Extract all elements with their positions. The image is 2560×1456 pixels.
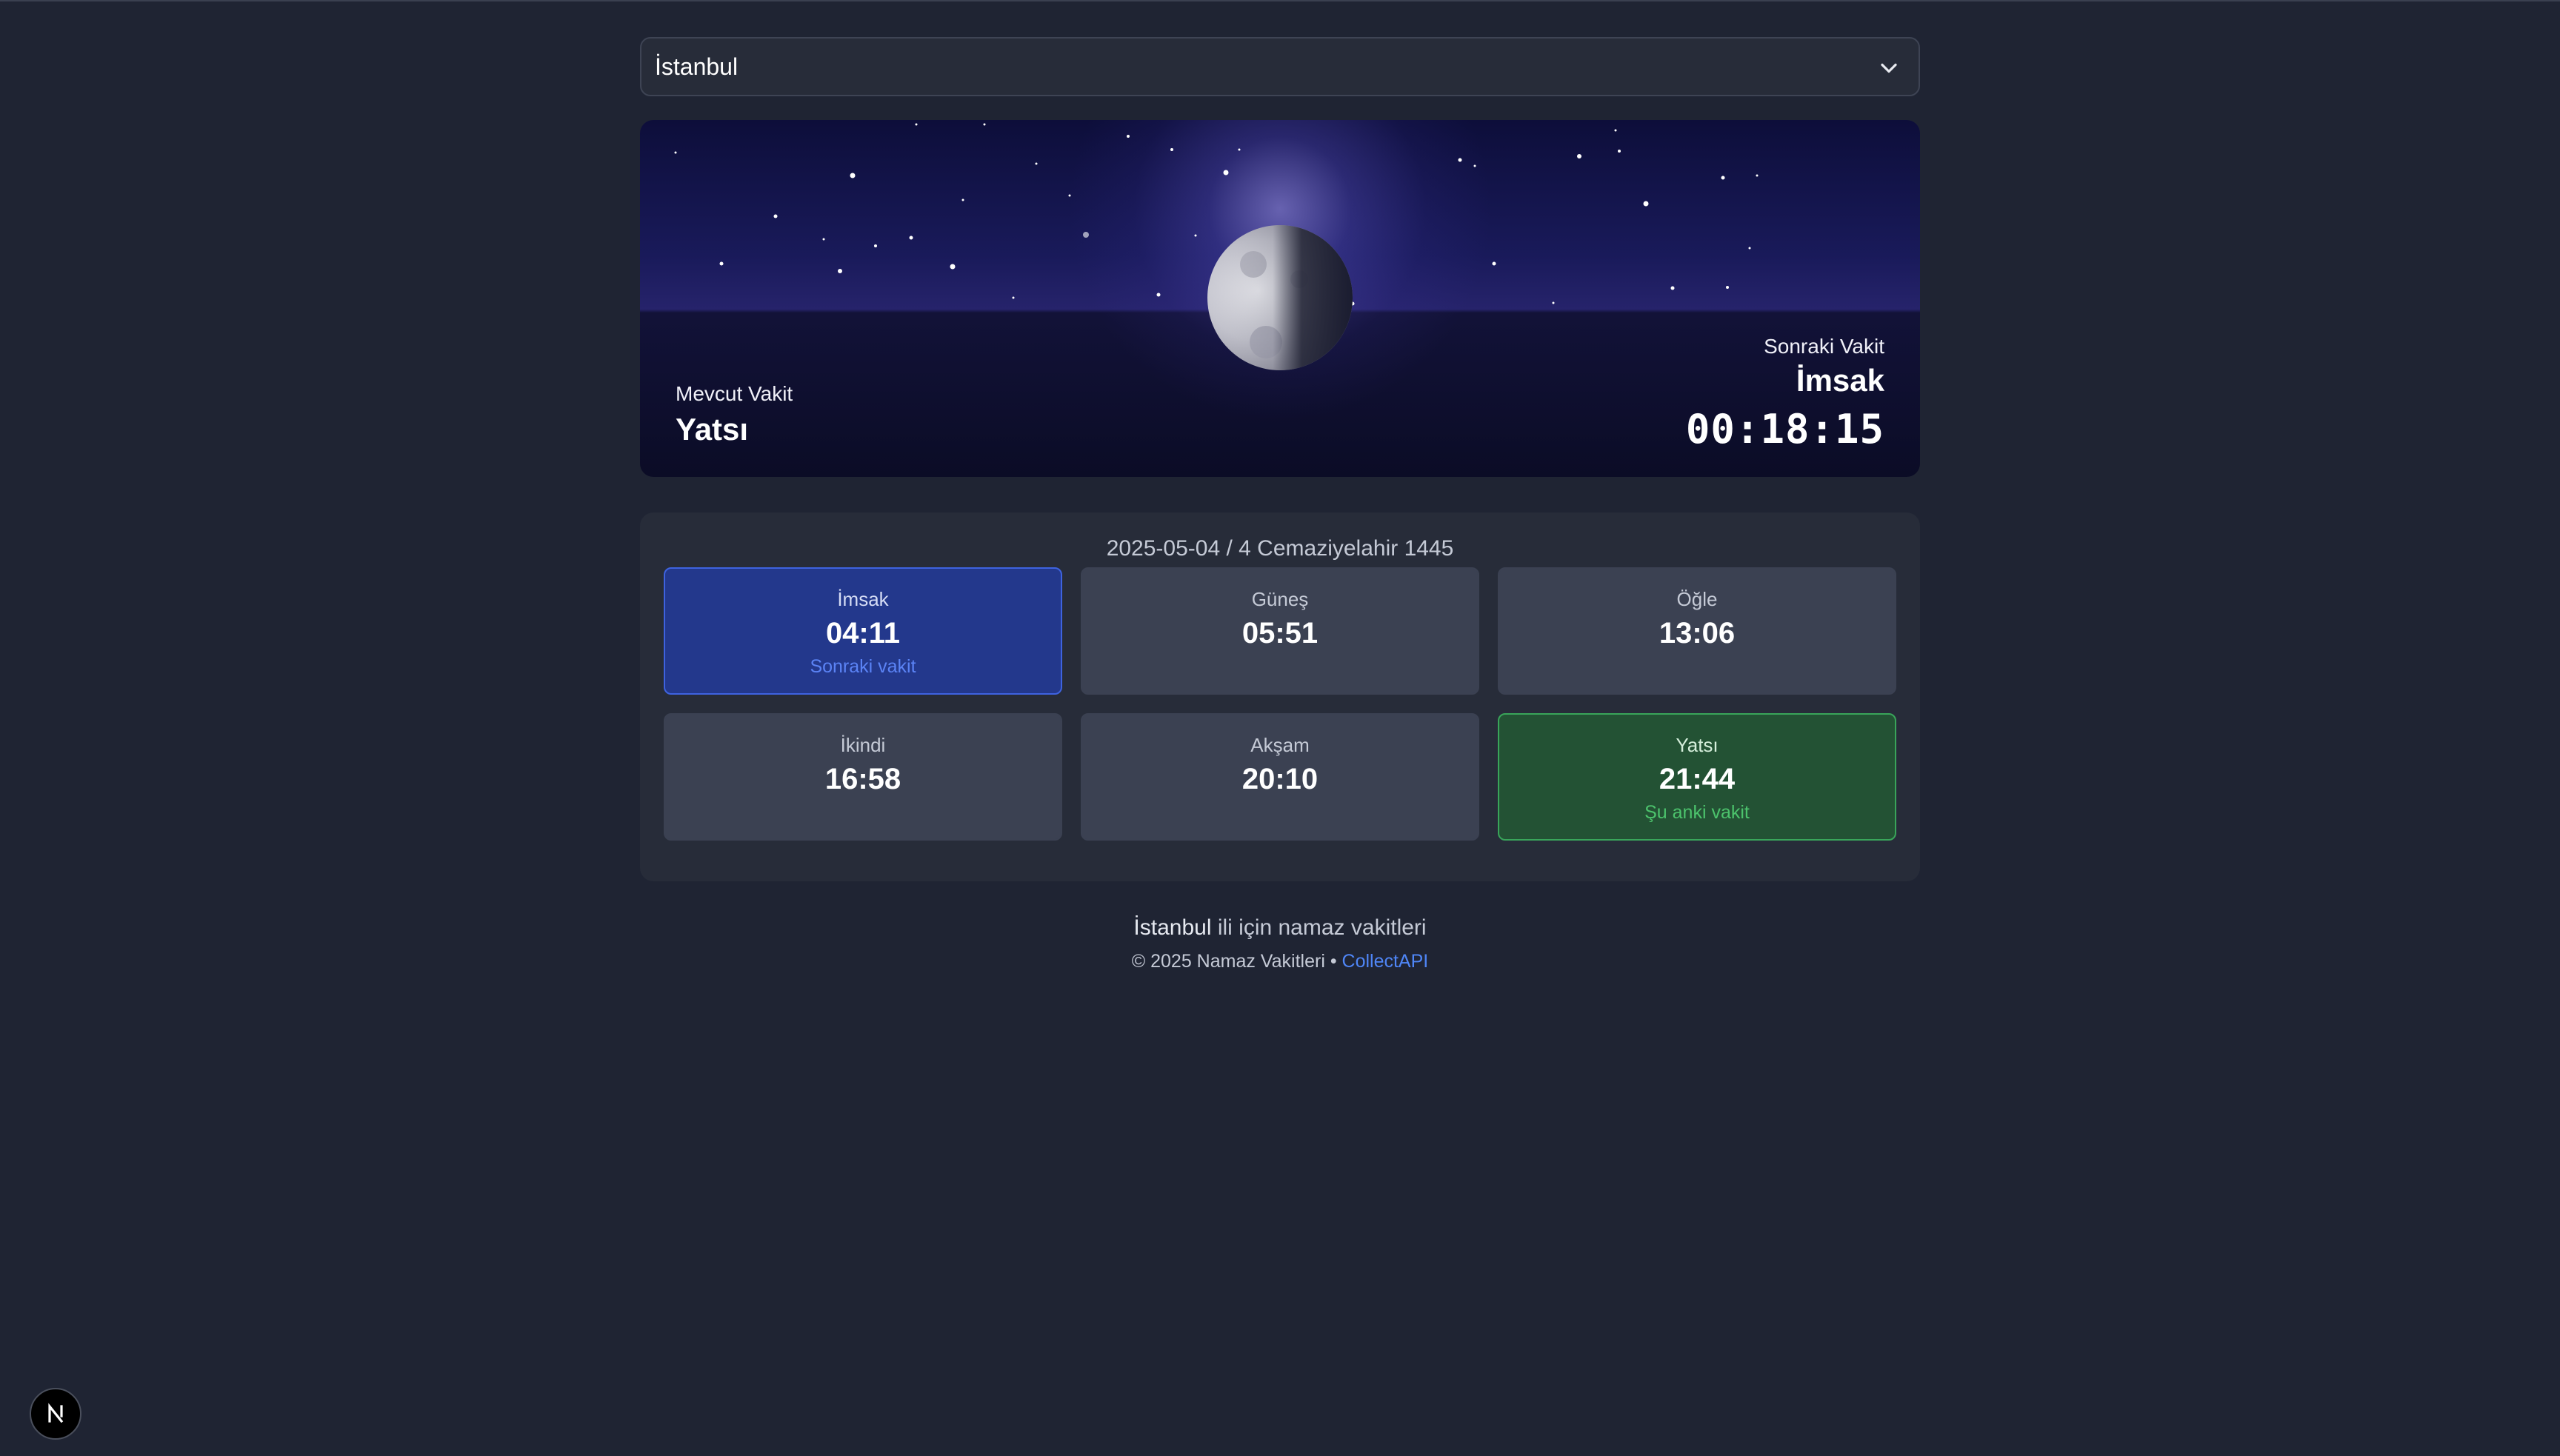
prayer-status: Sonraki vakit bbox=[810, 656, 916, 677]
footer-description-text: ili için namaz vakitleri bbox=[1211, 915, 1427, 940]
copyright-text: © 2025 Namaz Vakitleri • bbox=[1131, 951, 1342, 972]
city-select[interactable]: İstanbul bbox=[640, 37, 1920, 96]
prayer-name: Akşam bbox=[1250, 734, 1310, 756]
current-prayer-name: Yatsı bbox=[676, 412, 749, 447]
prayer-times-grid: İmsak 04:11 Sonraki vakit Güneş 05:51 Öğ… bbox=[664, 567, 1896, 841]
next-prayer-name: İmsak bbox=[1796, 363, 1884, 398]
city-select-value: İstanbul bbox=[655, 53, 739, 80]
footer-description: İstanbul ili için namaz vakitleri bbox=[640, 915, 1920, 941]
prayer-time: 21:44 bbox=[1659, 763, 1736, 795]
prayer-name: Öğle bbox=[1676, 588, 1718, 610]
footer: İstanbul ili için namaz vakitleri © 2025… bbox=[640, 915, 1920, 972]
night-sky-hero: Mevcut Vakit Yatsı Sonraki Vakit İmsak 0… bbox=[640, 120, 1920, 477]
nextjs-dev-badge[interactable] bbox=[30, 1388, 81, 1440]
prayer-times-panel: 2025-05-04 / 4 Cemaziyelahir 1445 İmsak … bbox=[640, 512, 1920, 881]
moon bbox=[1207, 225, 1353, 370]
top-border bbox=[0, 0, 2560, 1]
next-prayer-label: Sonraki Vakit bbox=[1764, 335, 1884, 358]
prayer-card-yatsi: Yatsı 21:44 Şu anki vakit bbox=[1498, 713, 1896, 841]
prayer-status: Şu anki vakit bbox=[1644, 802, 1750, 823]
prayer-name: İmsak bbox=[837, 588, 889, 610]
prayer-name: Güneş bbox=[1251, 588, 1309, 610]
countdown-timer: 00:18:15 bbox=[1685, 406, 1884, 453]
chevron-down-icon bbox=[1881, 63, 1897, 73]
prayer-name: Yatsı bbox=[1676, 734, 1719, 756]
prayer-card-ogle: Öğle 13:06 bbox=[1498, 567, 1896, 695]
prayer-name: İkindi bbox=[840, 734, 886, 756]
current-prayer-label: Mevcut Vakit bbox=[676, 382, 793, 405]
prayer-time: 20:10 bbox=[1241, 763, 1319, 795]
prayer-time: 13:06 bbox=[1659, 617, 1736, 649]
footer-city: İstanbul bbox=[1133, 915, 1212, 940]
prayer-time: 16:58 bbox=[824, 763, 901, 795]
collectapi-link[interactable]: CollectAPI bbox=[1342, 951, 1429, 972]
prayer-time: 04:11 bbox=[825, 617, 901, 649]
prayer-card-imsak: İmsak 04:11 Sonraki vakit bbox=[664, 567, 1062, 695]
footer-copyright: © 2025 Namaz Vakitleri • CollectAPI bbox=[640, 951, 1920, 972]
nextjs-logo-icon bbox=[48, 1403, 64, 1423]
prayer-time: 05:51 bbox=[1241, 617, 1319, 649]
prayer-card-ikindi: İkindi 16:58 bbox=[664, 713, 1062, 841]
prayer-card-gunes: Güneş 05:51 bbox=[1081, 567, 1479, 695]
main-container: İstanbul Mevcut Vakit Yatsı Sonraki Vaki… bbox=[640, 37, 1920, 972]
prayer-card-aksam: Akşam 20:10 bbox=[1081, 713, 1479, 841]
